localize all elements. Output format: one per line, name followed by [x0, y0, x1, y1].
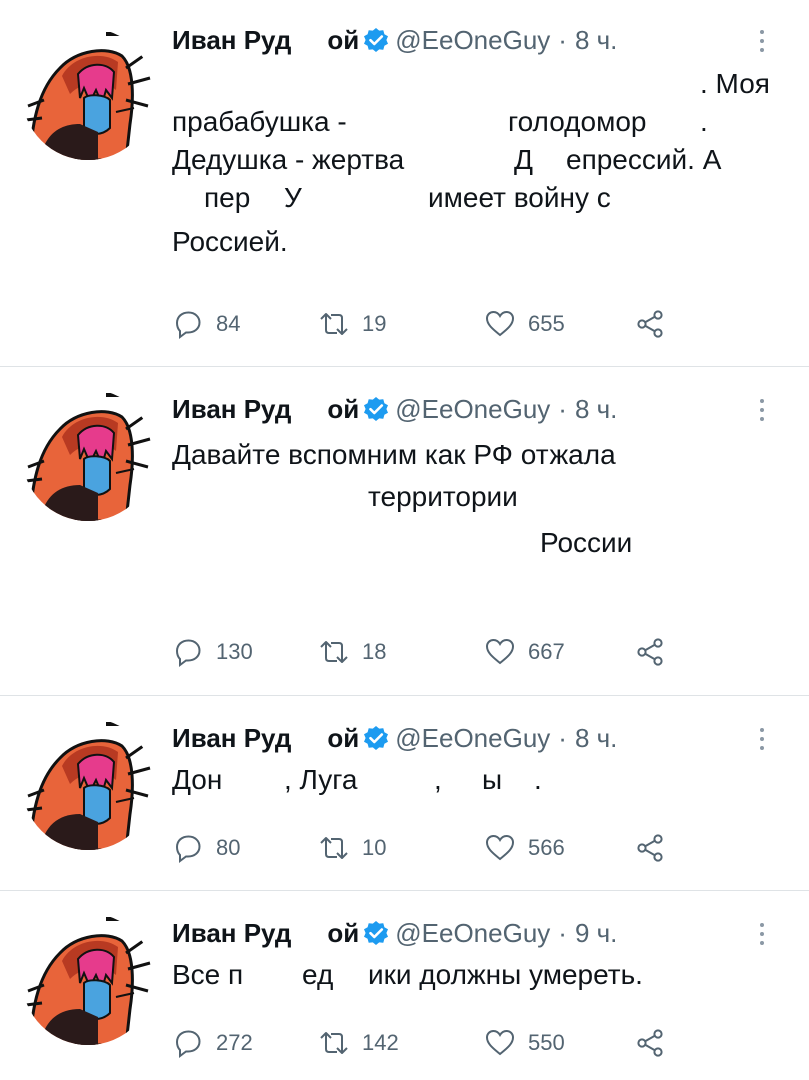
- tweet-actions: 130 18 667: [172, 634, 692, 670]
- heart-icon: [486, 311, 514, 336]
- share-button[interactable]: [634, 1025, 666, 1061]
- heart-icon: [486, 1030, 514, 1055]
- author-handle[interactable]: @EeOneGuy: [395, 918, 550, 948]
- tweet-time[interactable]: 9 ч.: [575, 918, 617, 948]
- reply-button[interactable]: 272: [172, 1025, 253, 1061]
- reply-icon: [176, 639, 201, 666]
- tweet-3[interactable]: Иван Руд ой @EeOneGuy · 8 ч. Дон , Луга , ы …: [0, 696, 809, 891]
- tweet-text: . Моя прабабушка - голодомор . Дедушка -…: [172, 68, 770, 257]
- tweet-actions: 84 19 655: [172, 306, 692, 342]
- heart-icon: [486, 639, 514, 664]
- tweet-header: Иван Руд ой @EeOneGuy · 8 ч.: [172, 718, 617, 758]
- retweet-icon: [320, 837, 348, 859]
- author-handle[interactable]: @EeOneGuy: [395, 723, 550, 753]
- like-button[interactable]: 550: [484, 1025, 565, 1061]
- heart-icon: [486, 835, 514, 860]
- tweet-time[interactable]: 8 ч.: [575, 394, 617, 424]
- retweet-button[interactable]: 18: [318, 634, 386, 670]
- retweet-icon: [320, 313, 348, 335]
- share-button[interactable]: [634, 306, 666, 342]
- verified-icon: [363, 920, 390, 946]
- retweet-icon: [320, 1032, 348, 1054]
- tweet-time[interactable]: 8 ч.: [575, 723, 617, 753]
- avatar[interactable]: [22, 913, 154, 1045]
- tweet-header: Иван Руд ой @EeOneGuy · 8 ч.: [172, 389, 617, 429]
- tweet-actions: 80 10 566: [172, 830, 692, 866]
- like-button[interactable]: 566: [484, 830, 565, 866]
- author-name[interactable]: Иван Руд ой: [172, 723, 359, 753]
- tweet-2[interactable]: Иван Руд ой @EeOneGuy · 8 ч. Давайте вспомни…: [0, 367, 809, 696]
- author-name[interactable]: Иван Руд ой: [172, 25, 359, 55]
- tweet-text: Дон , Луга , ы .: [172, 764, 542, 795]
- share-icon: [637, 638, 663, 666]
- avatar[interactable]: [22, 389, 154, 521]
- tweet-time[interactable]: 8 ч.: [575, 25, 617, 55]
- avatar[interactable]: [22, 28, 154, 160]
- verified-icon: [363, 396, 390, 422]
- share-button[interactable]: [634, 830, 666, 866]
- retweet-icon: [320, 641, 348, 663]
- reply-button[interactable]: 80: [172, 830, 240, 866]
- share-icon: [637, 1029, 663, 1057]
- like-button[interactable]: 667: [484, 634, 565, 670]
- reply-icon: [176, 1030, 201, 1057]
- tweet-1[interactable]: Иван Руд ой @EeOneGuy · 8 ч. . Моя прабабушк…: [0, 0, 809, 367]
- more-icon[interactable]: [759, 923, 765, 947]
- tweet-header: Иван Руд ой @EeOneGuy · 9 ч.: [172, 913, 617, 953]
- separator-dot: ·: [558, 723, 567, 753]
- tweet-text: Давайте вспомним как РФ отжала территори…: [172, 439, 633, 558]
- separator-dot: ·: [558, 918, 567, 948]
- separator-dot: ·: [558, 394, 567, 424]
- reply-icon: [176, 311, 201, 338]
- share-button[interactable]: [634, 634, 666, 670]
- retweet-button[interactable]: 142: [318, 1025, 399, 1061]
- tweet-4[interactable]: Иван Руд ой @EeOneGuy · 9 ч. Все п ед ики до…: [0, 891, 809, 1080]
- separator-dot: ·: [558, 25, 567, 55]
- author-handle[interactable]: @EeOneGuy: [395, 394, 550, 424]
- tweet-header: Иван Руд ой @EeOneGuy · 8 ч.: [172, 20, 617, 60]
- reply-icon: [176, 835, 201, 862]
- more-icon[interactable]: [759, 728, 765, 752]
- author-handle[interactable]: @EeOneGuy: [395, 25, 550, 55]
- author-name[interactable]: Иван Руд ой: [172, 394, 359, 424]
- retweet-button[interactable]: 10: [318, 830, 386, 866]
- more-icon[interactable]: [759, 30, 765, 54]
- retweet-button[interactable]: 19: [318, 306, 386, 342]
- tweet-text: Все п ед ики должны умереть.: [172, 959, 643, 990]
- verified-icon: [363, 27, 390, 53]
- verified-icon: [363, 725, 390, 751]
- avatar[interactable]: [22, 718, 154, 850]
- reply-button[interactable]: 130: [172, 634, 253, 670]
- like-button[interactable]: 655: [484, 306, 565, 342]
- share-icon: [637, 834, 663, 862]
- reply-button[interactable]: 84: [172, 306, 240, 342]
- author-name[interactable]: Иван Руд ой: [172, 918, 359, 948]
- share-icon: [637, 310, 663, 338]
- more-icon[interactable]: [759, 399, 765, 423]
- tweet-actions: 272 142 550: [172, 1025, 692, 1061]
